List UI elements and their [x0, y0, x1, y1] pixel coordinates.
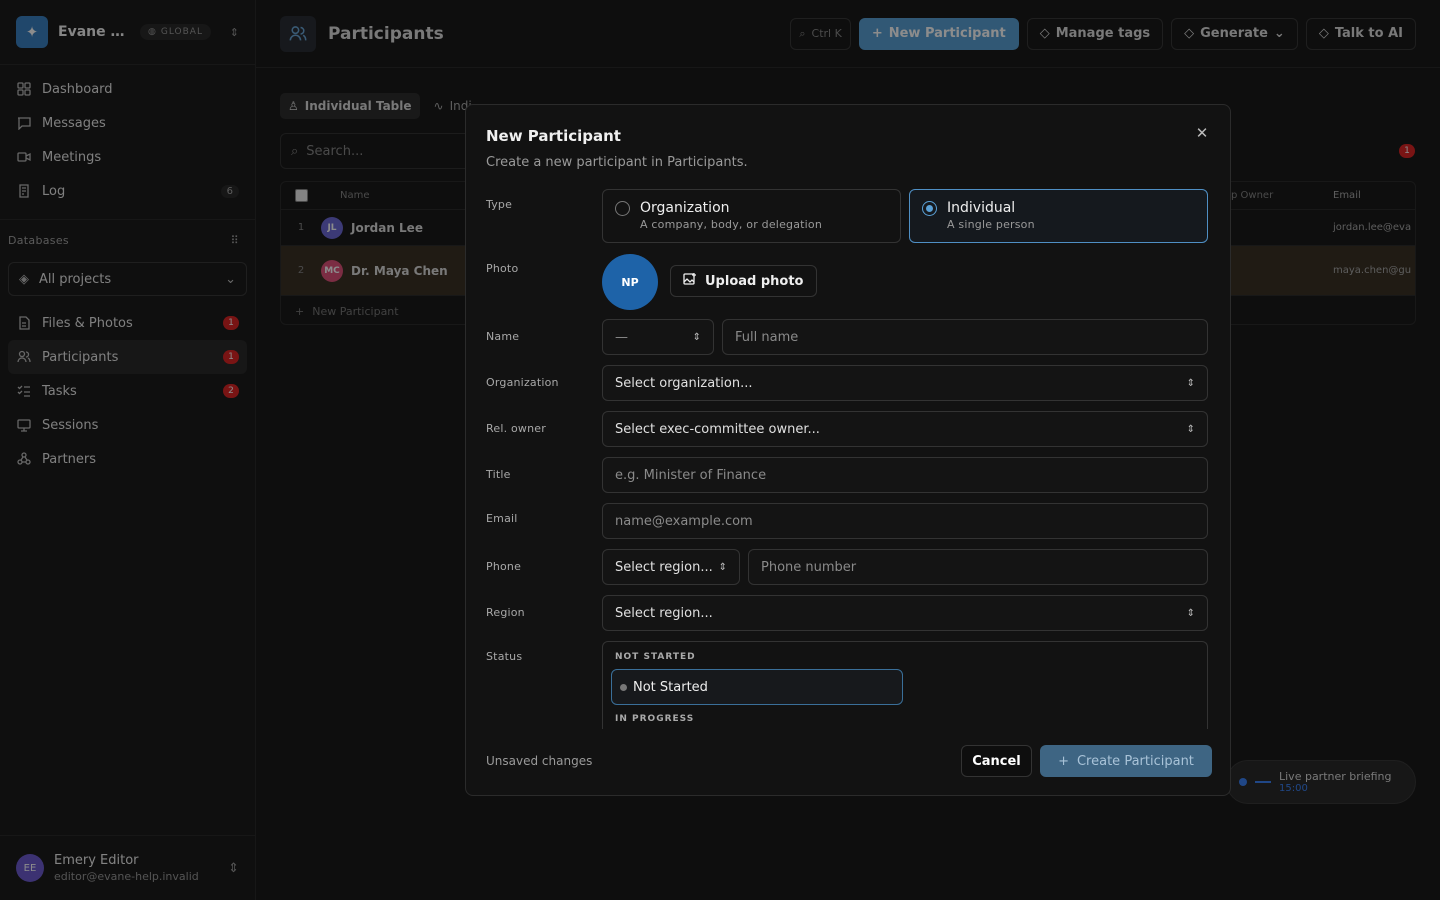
upload-photo-label: Upload photo	[705, 273, 804, 289]
plus-icon: +	[1058, 753, 1069, 769]
organization-placeholder: Select organization...	[615, 375, 753, 391]
photo-label: Photo	[486, 262, 519, 275]
organization-label: Organization	[486, 376, 559, 389]
region-label: Region	[486, 606, 525, 619]
phone-region-placeholder: Select region...	[615, 559, 713, 575]
phone-input[interactable]: Phone number	[748, 549, 1208, 585]
chevron-updown-icon: ⇕	[1186, 423, 1195, 435]
full-name-placeholder: Full name	[735, 329, 799, 345]
photo-avatar: NP	[602, 254, 658, 310]
rel-owner-placeholder: Select exec-committee owner...	[615, 421, 820, 437]
phone-region-select[interactable]: Select region... ⇕	[602, 549, 740, 585]
status-option-label: Not Started	[633, 679, 708, 695]
new-participant-dialog: New Participant Create a new participant…	[465, 104, 1231, 796]
upload-photo-button[interactable]: Upload photo	[670, 265, 817, 297]
image-plus-icon	[683, 272, 697, 290]
radio-individual[interactable]	[922, 201, 937, 216]
chevron-updown-icon: ⇕	[718, 561, 727, 573]
create-participant-label: Create Participant	[1076, 753, 1194, 769]
title-label: Title	[486, 468, 511, 481]
status-dot-icon	[620, 683, 627, 691]
salutation-value: —	[615, 329, 628, 345]
dialog-subtitle: Create a new participant in Participants…	[486, 155, 748, 170]
type-label: Type	[486, 198, 513, 211]
rel-owner-label: Rel. owner	[486, 422, 546, 435]
chevron-updown-icon: ⇕	[692, 331, 701, 343]
status-label: Status	[486, 650, 523, 663]
type-org-desc: A company, body, or delegation	[640, 218, 823, 231]
phone-placeholder: Phone number	[761, 559, 857, 575]
chevron-updown-icon: ⇕	[1186, 607, 1195, 619]
status-group-header: IN PROGRESS	[615, 714, 695, 724]
status-listbox[interactable]: NOT STARTED Not Started IN PROGRESS	[602, 641, 1208, 729]
phone-label: Phone	[486, 560, 522, 573]
cancel-button[interactable]: Cancel	[961, 745, 1032, 777]
status-group-header: NOT STARTED	[615, 652, 696, 662]
type-option-organization[interactable]: Organization A company, body, or delegat…	[602, 189, 901, 243]
email-placeholder: name@example.com	[615, 513, 753, 529]
radio-organization[interactable]	[615, 201, 630, 216]
organization-select[interactable]: Select organization... ⇕	[602, 365, 1208, 401]
status-option-not-started[interactable]: Not Started	[611, 669, 903, 705]
dialog-title: New Participant	[486, 127, 621, 145]
email-label: Email	[486, 512, 518, 525]
rel-owner-select[interactable]: Select exec-committee owner... ⇕	[602, 411, 1208, 447]
close-icon[interactable]: ✕	[1194, 124, 1210, 142]
type-org-title: Organization	[640, 200, 730, 216]
region-placeholder: Select region...	[615, 605, 713, 621]
title-input[interactable]: e.g. Minister of Finance	[602, 457, 1208, 493]
type-ind-desc: A single person	[947, 218, 1035, 231]
type-option-individual[interactable]: Individual A single person	[909, 189, 1208, 243]
email-field[interactable]: name@example.com	[602, 503, 1208, 539]
type-ind-title: Individual	[947, 200, 1016, 216]
title-placeholder: e.g. Minister of Finance	[615, 467, 767, 483]
full-name-input[interactable]: Full name	[722, 319, 1208, 355]
create-participant-button[interactable]: + Create Participant	[1040, 745, 1212, 777]
region-select[interactable]: Select region... ⇕	[602, 595, 1208, 631]
chevron-updown-icon: ⇕	[1186, 377, 1195, 389]
unsaved-indicator: Unsaved changes	[486, 754, 593, 768]
salutation-select[interactable]: — ⇕	[602, 319, 714, 355]
name-label: Name	[486, 330, 520, 343]
